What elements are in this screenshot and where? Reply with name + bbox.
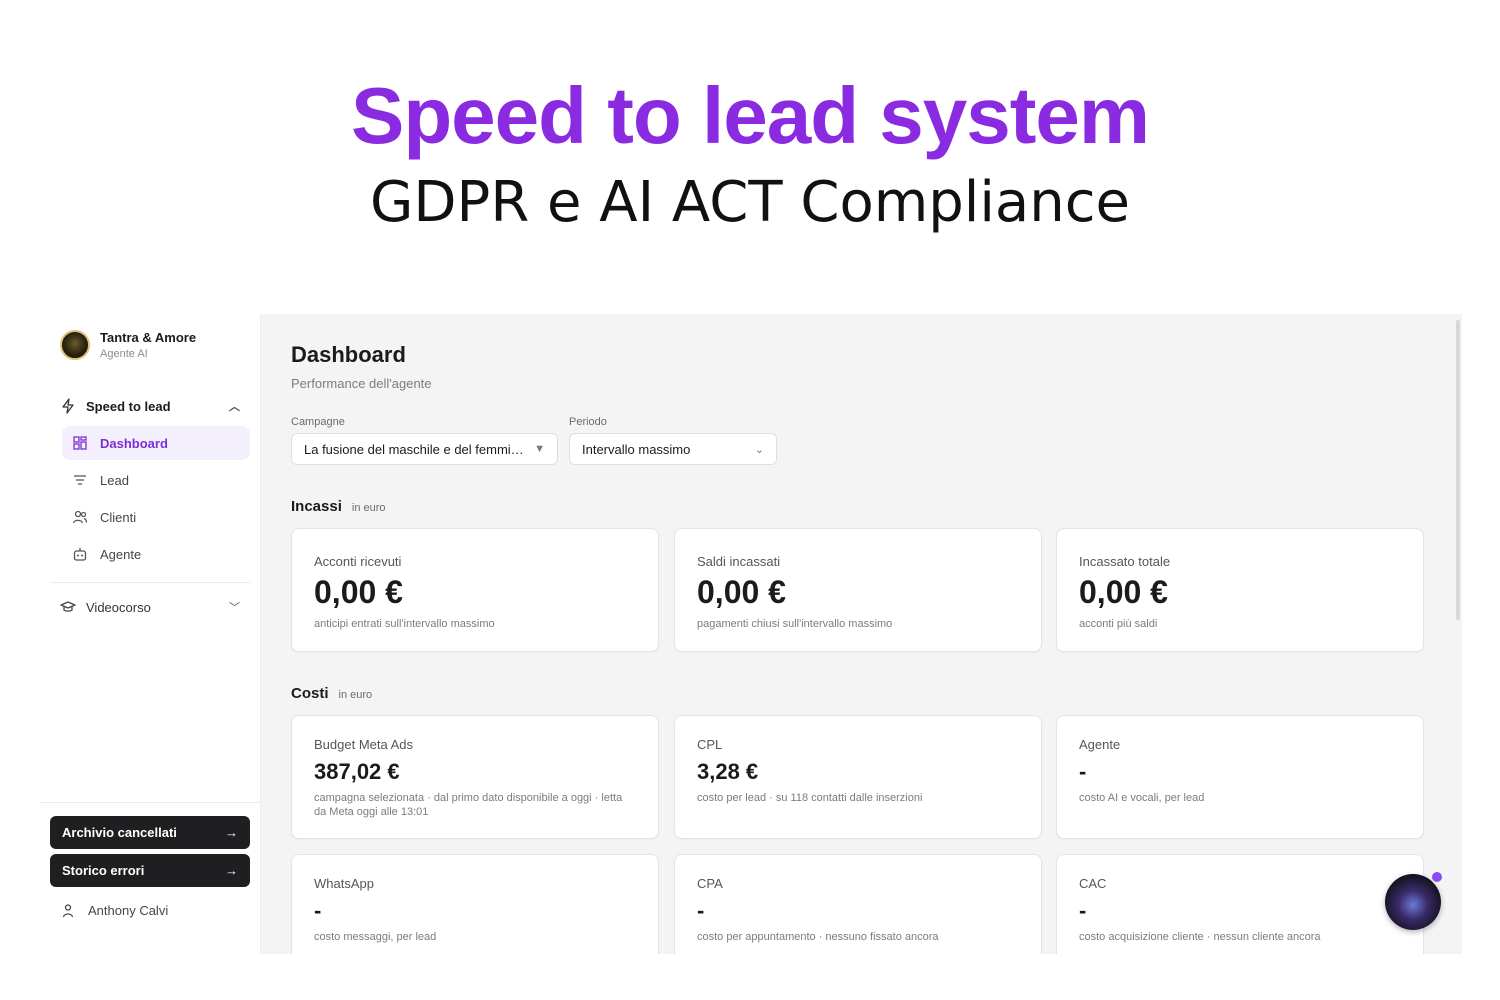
card-note: costo messaggi, per lead	[314, 931, 437, 943]
caret-down-icon: ▼	[534, 443, 545, 455]
hero-title: Speed to lead system	[350, 71, 1150, 160]
arrow-right-icon: →	[225, 825, 238, 840]
brand-avatar	[60, 330, 90, 360]
bot-icon	[73, 548, 87, 561]
campaign-select-value: La fusione del maschile e del femmi…	[304, 441, 524, 457]
period-select-value: Intervallo massimo	[582, 441, 691, 457]
card-note: costo per appuntamento · nessuno fissato…	[697, 931, 939, 943]
page-subtitle: Performance dell'agente	[291, 376, 432, 391]
chevron-up-icon: ︿	[229, 401, 240, 413]
notification-dot	[1432, 872, 1442, 882]
card-acconti: Acconti ricevuti 0,00 € anticipi entrati…	[291, 528, 659, 652]
card-label: CPA	[697, 876, 723, 891]
section-costi-title: Costi	[291, 685, 329, 702]
card-value: 3,28 €	[697, 759, 759, 784]
hero-subtitle: GDPR e AI ACT Compliance	[370, 170, 1130, 235]
section-incassi-title: Incassi	[291, 498, 342, 515]
card-label: WhatsApp	[314, 876, 374, 891]
archive-button-label: Archivio cancellati	[62, 825, 177, 840]
sidebar-bottom-divider	[40, 802, 261, 803]
card-saldi: Saldi incassati 0,00 € pagamenti chiusi …	[674, 528, 1042, 652]
card-note: acconti più saldi	[1079, 618, 1158, 630]
arrow-right-icon: →	[225, 863, 238, 878]
card-cpl: CPL 3,28 € costo per lead · su 118 conta…	[674, 715, 1042, 839]
card-label: Budget Meta Ads	[314, 737, 414, 752]
card-value: -	[697, 898, 705, 923]
card-value: 0,00 €	[314, 574, 403, 610]
card-label: CPL	[697, 737, 723, 752]
card-label: Agente	[1079, 737, 1121, 752]
sidebar-section-videocorso[interactable]: Videocorso ﹀	[60, 592, 250, 622]
sidebar-section-speed-to-lead[interactable]: Speed to lead ︿	[60, 391, 250, 421]
graduation-cap-icon	[60, 601, 76, 612]
lightning-icon	[62, 398, 74, 414]
sidebar-section-label: Videocorso	[86, 599, 151, 615]
section-incassi: Incassi in euro	[291, 498, 386, 515]
card-agente-cost: Agente - costo AI e vocali, per lead	[1056, 715, 1424, 839]
hero-banner: Speed to lead system GDPR e AI ACT Compl…	[0, 0, 1500, 300]
section-incassi-unit: in euro	[351, 502, 386, 514]
brand-name: Tantra & Amore	[100, 330, 197, 345]
period-label: Periodo	[569, 416, 607, 428]
chevron-down-icon: ﹀	[229, 602, 240, 614]
archive-button[interactable]: Archivio cancellati →	[50, 816, 250, 849]
card-note: costo per lead · su 118 contatti dalle i…	[697, 792, 923, 804]
app-window: Tantra & Amore Agente AI Speed to lead ︿…	[40, 314, 1462, 954]
user-profile[interactable]: Anthony Calvi	[60, 902, 168, 918]
error-log-button[interactable]: Storico errori →	[50, 854, 250, 887]
sidebar-item-dashboard[interactable]: Dashboard	[62, 426, 250, 460]
card-cac: CAC - costo acquisizione cliente · nessu…	[1056, 854, 1424, 954]
section-costi: Costi in euro	[291, 685, 372, 702]
card-note: costo acquisizione cliente · nessun clie…	[1079, 931, 1321, 943]
page-title: Dashboard	[291, 342, 406, 367]
scrollbar[interactable]	[1456, 320, 1460, 620]
sidebar-divider	[50, 582, 250, 583]
card-incassato-totale: Incassato totale 0,00 € acconti più sald…	[1056, 528, 1424, 652]
sidebar-section-label: Speed to lead	[86, 398, 171, 414]
campaign-select[interactable]: La fusione del maschile e del femmi… ▼	[291, 433, 558, 465]
card-label: Acconti ricevuti	[314, 554, 402, 569]
brand-role: Agente AI	[100, 348, 148, 360]
filter-icon	[74, 475, 86, 485]
sidebar-item-clienti[interactable]: Clienti	[62, 500, 250, 534]
card-label: CAC	[1079, 876, 1107, 891]
users-icon	[72, 510, 88, 524]
card-value: -	[1079, 759, 1087, 784]
card-value: -	[314, 898, 322, 923]
campaign-label: Campagne	[291, 416, 345, 428]
user-name: Anthony Calvi	[88, 902, 169, 918]
card-value: 0,00 €	[1079, 574, 1168, 610]
card-budget-meta-ads: Budget Meta Ads 387,02 € campagna selezi…	[291, 715, 659, 839]
sidebar-item-label: Clienti	[100, 509, 137, 525]
card-value: 387,02 €	[314, 759, 400, 784]
card-label: Saldi incassati	[697, 554, 781, 569]
card-label: Incassato totale	[1079, 554, 1171, 569]
error-log-button-label: Storico errori	[62, 863, 145, 878]
sidebar-item-lead[interactable]: Lead	[62, 463, 250, 497]
sidebar-item-label: Dashboard	[100, 435, 168, 451]
sidebar-item-agente[interactable]: Agente	[62, 537, 250, 571]
sidebar: Tantra & Amore Agente AI Speed to lead ︿…	[40, 314, 261, 954]
card-note: pagamenti chiusi sull'intervallo massimo	[697, 618, 893, 630]
card-value: 0,00 €	[697, 574, 786, 610]
sidebar-item-label: Lead	[100, 472, 129, 488]
card-whatsapp: WhatsApp - costo messaggi, per lead	[291, 854, 659, 954]
sidebar-item-label: Agente	[100, 546, 142, 562]
period-select[interactable]: Intervallo massimo ⌄	[569, 433, 777, 465]
brand-header[interactable]: Tantra & Amore Agente AI	[60, 330, 196, 360]
section-costi-unit: in euro	[338, 689, 373, 701]
card-note: costo AI e vocali, per lead	[1079, 792, 1205, 804]
card-note: campagna selezionata · dal primo dato di…	[314, 792, 623, 818]
card-note: anticipi entrati sull'intervallo massimo	[314, 618, 495, 630]
card-value: -	[1079, 898, 1087, 923]
ai-assistant-orb-button[interactable]	[1385, 874, 1441, 930]
card-cpa: CPA - costo per appuntamento · nessuno f…	[674, 854, 1042, 954]
grid-icon	[73, 436, 87, 450]
chevron-down-icon: ⌄	[754, 443, 764, 456]
user-icon	[62, 904, 74, 918]
main-content: Dashboard Performance dell'agente Campag…	[261, 314, 1462, 954]
